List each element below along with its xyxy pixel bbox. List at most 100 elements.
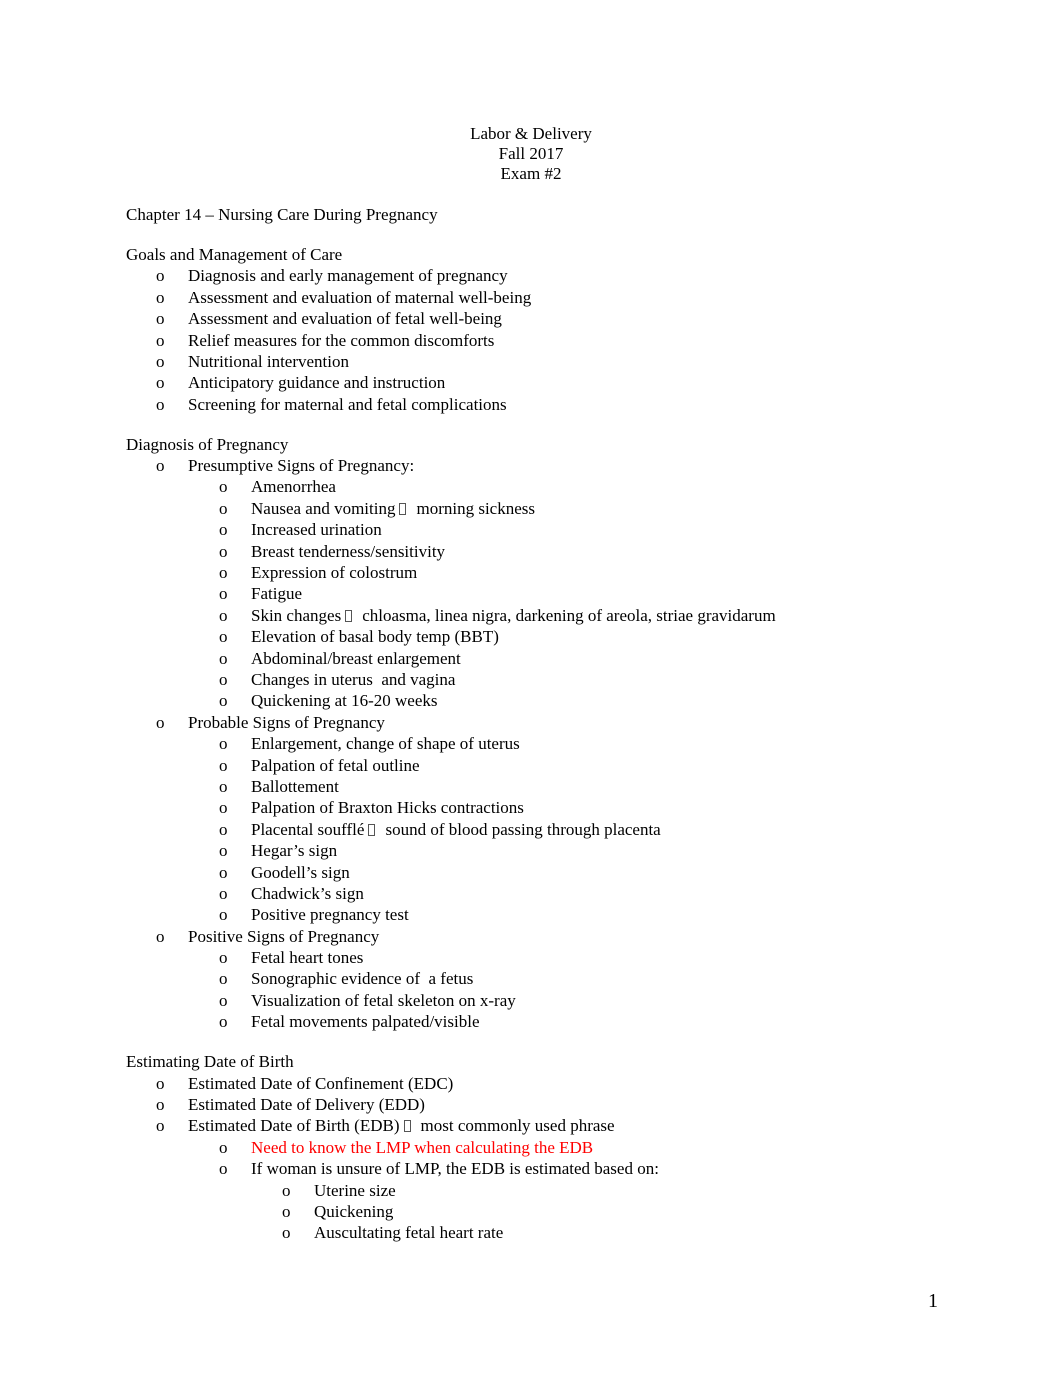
list-item: o Amenorrhea xyxy=(219,477,336,497)
list-item: o Diagnosis and early management of pregn… xyxy=(156,266,508,286)
bullet: o xyxy=(282,1223,291,1243)
list-item: o Auscultating fetal heart rate xyxy=(282,1223,504,1243)
bullet: o xyxy=(156,373,165,393)
list-item: o Goodell’s sign xyxy=(219,862,350,882)
document-header: Labor & Delivery Fall 2017 Exam #2 xyxy=(0,124,1062,184)
list-item: o Fatigue xyxy=(219,584,302,604)
bullet: o xyxy=(156,287,165,307)
bullet: o xyxy=(156,351,165,371)
list-item: o Visualization of fetal skeleton on x-ra… xyxy=(219,990,516,1010)
goals-list: o Diagnosis and early management of pregn… xyxy=(126,265,946,415)
bullet: o xyxy=(219,969,228,989)
list-item: o Anticipatory guidance and instruction xyxy=(156,373,446,393)
subheading-probable: o Probable Signs of Pregnancy xyxy=(156,712,385,732)
list-item: o Sonographic evidence of a fetus xyxy=(219,969,474,989)
bullet: o xyxy=(219,691,228,711)
bullet: o xyxy=(282,1201,291,1221)
list-item: o Expression of colostrum xyxy=(219,563,418,583)
list-item: o Palpation of fetal outline xyxy=(219,755,420,775)
list-item: o Nausea and vomiting morning sickness xyxy=(219,498,535,518)
document-exam: Exam #2 xyxy=(500,164,562,183)
bullet: o xyxy=(219,905,228,925)
bullet: o xyxy=(219,541,228,561)
list-item: o Assessment and evaluation of fetal well… xyxy=(156,309,502,329)
bullet: o xyxy=(219,648,228,668)
bullet: o xyxy=(219,563,228,583)
bullet: o xyxy=(219,1159,228,1179)
arrow-right-icon xyxy=(403,1120,411,1133)
list-item: o Relief measures for the common discomfo… xyxy=(156,330,495,350)
list-item: o Enlargement, change of shape of uterus xyxy=(219,734,520,754)
list-item: o Estimated Date of Delivery (EDD) xyxy=(156,1095,425,1115)
bullet: o xyxy=(156,394,165,414)
bullet: o xyxy=(219,1012,228,1032)
positive-list: o Fetal heart tones o Sonographic evidence… xyxy=(126,947,946,1033)
presumptive-list: o Amenorrhea o Nausea and vomiting morning … xyxy=(126,476,946,711)
list-item: o Chadwick’s sign xyxy=(219,883,364,903)
bullet: o xyxy=(219,477,228,497)
section-heading-goals: Goals and Management of Care xyxy=(126,244,343,264)
bullet: o xyxy=(156,309,165,329)
bullet: o xyxy=(156,1095,165,1115)
list-item: o Screening for maternal and fetal compli… xyxy=(156,394,507,414)
list-item: o Skin changes chloasma, linea nigra, dark… xyxy=(219,605,776,625)
bullet: o xyxy=(219,990,228,1010)
list-item: o Nutritional intervention xyxy=(156,351,349,371)
bullet: o xyxy=(219,627,228,647)
bullet: o xyxy=(156,330,165,350)
arrow-right-icon xyxy=(368,823,376,836)
bullet: o xyxy=(156,1116,165,1136)
list-item: o Placental soufflé sound of blood passing… xyxy=(219,819,661,839)
list-item: o Hegar’s sign xyxy=(219,841,338,861)
document-term: Fall 2017 xyxy=(498,144,564,163)
bullet: o xyxy=(219,841,228,861)
red-note: Need to know the LMP when calculating th… xyxy=(251,1137,594,1157)
list-item: o Quickening at 16-20 weeks xyxy=(219,691,438,711)
subheading-presumptive: o Presumptive Signs of Pregnancy: xyxy=(156,456,415,476)
bullet: o xyxy=(219,755,228,775)
document-page: Labor & Delivery Fall 2017 Exam #2 Chapt… xyxy=(0,0,1062,1377)
bullet: o xyxy=(219,776,228,796)
bullet: o xyxy=(219,584,228,604)
list-item: o Abdominal/breast enlargement xyxy=(219,648,461,668)
list-item: o Positive pregnancy test xyxy=(219,905,409,925)
list-item: o Breast tenderness/sensitivity xyxy=(219,541,446,561)
bullet: o xyxy=(156,926,165,946)
bullet: o xyxy=(219,734,228,754)
bullet: o xyxy=(219,605,228,625)
list-item: o If woman is unsure of LMP, the EDB is e… xyxy=(219,1159,659,1179)
bullet: o xyxy=(219,819,228,839)
edb-list: o Estimated Date of Confinement (EDC) o Es… xyxy=(126,1073,946,1244)
bullet: o xyxy=(219,948,228,968)
bullet: o xyxy=(219,498,228,518)
list-item: o Estimated Date of Confinement (EDC) xyxy=(156,1073,454,1093)
list-item: o Uterine size xyxy=(282,1180,396,1200)
document-body: Chapter 14 – Nursing Care During Pregnan… xyxy=(126,204,946,1244)
list-item: o Ballottement xyxy=(219,776,339,796)
bullet: o xyxy=(219,862,228,882)
list-item: o Estimated Date of Birth (EDB) most commo… xyxy=(156,1116,615,1136)
bullet: o xyxy=(219,883,228,903)
list-item: o Quickening xyxy=(282,1201,394,1221)
bullet: o xyxy=(282,1180,291,1200)
list-item: o Assessment and evaluation of maternal w… xyxy=(156,287,532,307)
arrow-right-icon xyxy=(399,502,407,515)
list-item: o Palpation of Braxton Hicks contractions xyxy=(219,798,524,818)
list-item: o Fetal heart tones xyxy=(219,948,364,968)
bullet: o xyxy=(156,1073,165,1093)
list-item: o Fetal movements palpated/visible xyxy=(219,1012,480,1032)
bullet: o xyxy=(219,798,228,818)
section-heading-diagnosis: Diagnosis of Pregnancy xyxy=(126,434,289,454)
chapter-heading: Chapter 14 – Nursing Care During Pregnan… xyxy=(126,205,438,224)
document-title: Labor & Delivery xyxy=(470,124,592,143)
subheading-positive: o Positive Signs of Pregnancy xyxy=(156,926,380,946)
section-heading-edb: Estimating Date of Birth xyxy=(126,1052,294,1072)
list-item-highlighted: o Need to know the LMP when calculating t… xyxy=(126,1137,946,1158)
bullet: o xyxy=(219,670,228,689)
probable-list: o Enlargement, change of shape of uterus … xyxy=(126,733,946,926)
bullet: o xyxy=(156,456,165,476)
arrow-right-icon xyxy=(345,609,353,622)
bullet: o xyxy=(156,266,165,286)
bullet: o xyxy=(219,520,228,540)
list-item: o Changes in uterus and vagina xyxy=(219,670,456,689)
